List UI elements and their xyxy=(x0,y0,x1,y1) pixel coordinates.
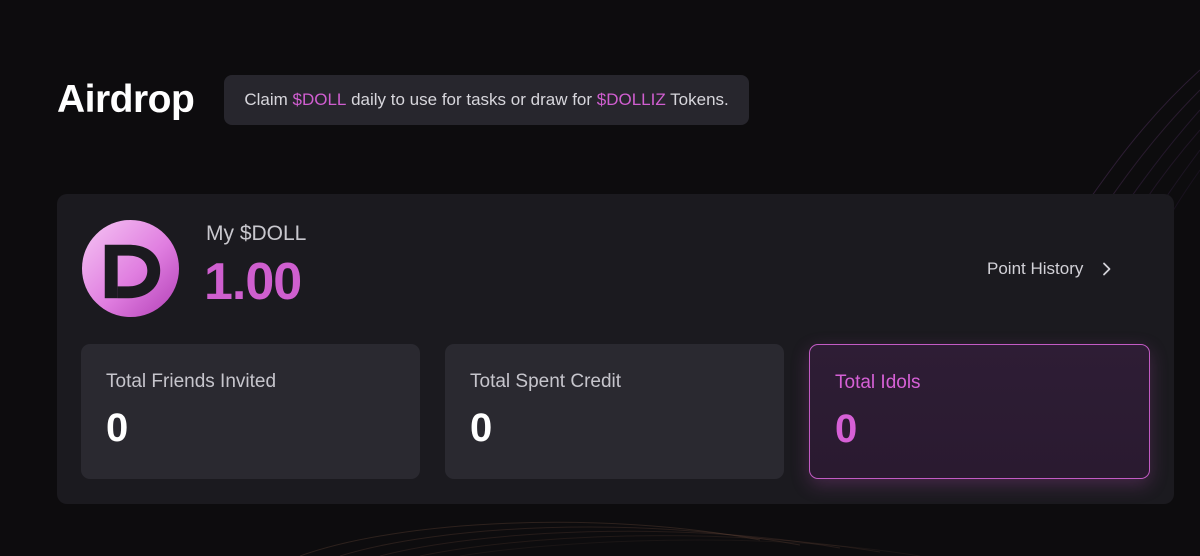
notice-text-suffix: Tokens. xyxy=(665,89,729,109)
stat-value: 0 xyxy=(835,407,858,451)
stat-card-friends-invited: Total Friends Invited 0 xyxy=(81,344,420,479)
point-history-label: Point History xyxy=(987,259,1084,278)
stat-label: Total Spent Credit xyxy=(470,371,622,392)
page-title: Airdrop xyxy=(57,77,195,121)
balance-value: 1.00 xyxy=(204,253,302,311)
stat-value: 0 xyxy=(106,406,129,450)
airdrop-card: My $DOLL 1.00 Point History Total Friend… xyxy=(57,194,1174,504)
stat-value: 0 xyxy=(470,406,493,450)
notice-token-dolliz: $DOLLIZ xyxy=(596,89,666,109)
stat-card-total-idols[interactable]: Total Idols 0 xyxy=(809,344,1150,479)
notice-text-middle: daily to use for tasks or draw for xyxy=(346,89,597,109)
notice-token-doll: $DOLL xyxy=(292,89,347,109)
notice-text-prefix: Claim xyxy=(244,89,293,109)
chevron-right-icon xyxy=(1103,262,1111,276)
doll-token-logo-icon xyxy=(81,219,180,318)
stat-label: Total Idols xyxy=(835,372,921,393)
point-history-link[interactable]: Point History xyxy=(987,257,1113,281)
balance-label: My $DOLL xyxy=(206,222,307,245)
page-header: Airdrop Claim $DOLL daily to use for tas… xyxy=(57,74,749,125)
stat-label: Total Friends Invited xyxy=(106,371,277,392)
claim-notice: Claim $DOLL daily to use for tasks or dr… xyxy=(224,74,749,125)
stat-card-spent-credit: Total Spent Credit 0 xyxy=(445,344,784,479)
